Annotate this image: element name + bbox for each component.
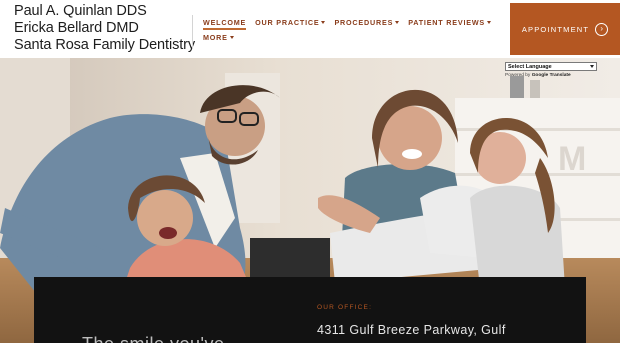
arrow-circle-right-icon: › (595, 22, 609, 36)
nav-item-procedures-label: PROCEDURES (334, 17, 394, 27)
chevron-down-icon (321, 20, 326, 24)
chevron-down-icon (395, 20, 400, 24)
practice-name-line-3: Santa Rosa Family Dentistry (14, 37, 196, 53)
svg-text:M: M (558, 140, 586, 178)
chevron-down-icon (487, 20, 492, 24)
practice-name-line-1: Paul A. Quinlan DDS (14, 3, 147, 19)
appointment-button[interactable]: APPOINTMENT › (510, 3, 620, 55)
header-divider (192, 15, 193, 49)
nav-item-procedures[interactable]: PROCEDURES (334, 17, 400, 27)
site-header: Paul A. Quinlan DDS Ericka Bellard DMD S… (0, 0, 620, 58)
office-info-panel: OUR OFFICE: 4311 Gulf Breeze Parkway, Gu… (34, 277, 586, 343)
practice-name-line-2: Ericka Bellard DMD (14, 20, 139, 36)
google-brand: Google (531, 73, 549, 78)
translate-brand: Translate (549, 73, 571, 78)
nav-item-more-label: MORE (203, 32, 228, 42)
language-select-value: Select Language (508, 63, 552, 70)
language-select[interactable]: Select Language (505, 62, 597, 71)
nav-item-our-practice-label: OUR PRACTICE (255, 17, 320, 27)
hero-heading: The smile you've (82, 334, 225, 343)
office-address[interactable]: 4311 Gulf Breeze Parkway, Gulf (317, 323, 506, 337)
chevron-down-icon (229, 35, 234, 39)
powered-by-google-translate[interactable]: Powered by Google Translate (505, 73, 597, 78)
office-tag: OUR OFFICE: (317, 304, 373, 311)
dropdown-arrow-icon (590, 65, 594, 68)
nav-item-more[interactable]: MORE (203, 33, 234, 42)
practice-logo[interactable]: Paul A. Quinlan DDS Ericka Bellard DMD S… (14, 3, 195, 54)
nav-item-our-practice[interactable]: OUR PRACTICE (255, 17, 326, 27)
language-widget: Select Language Powered by Google Transl… (505, 62, 597, 78)
powered-by-prefix: Powered by (505, 73, 531, 78)
main-nav: WELCOME OUR PRACTICE PROCEDURES PATIENT … (203, 15, 503, 45)
nav-item-welcome-label: WELCOME (203, 17, 247, 27)
nav-item-patient-reviews-label: PATIENT REVIEWS (408, 17, 486, 27)
nav-item-patient-reviews[interactable]: PATIENT REVIEWS (408, 17, 492, 27)
appointment-button-label: APPOINTMENT (521, 24, 590, 34)
nav-item-welcome[interactable]: WELCOME (203, 17, 247, 30)
